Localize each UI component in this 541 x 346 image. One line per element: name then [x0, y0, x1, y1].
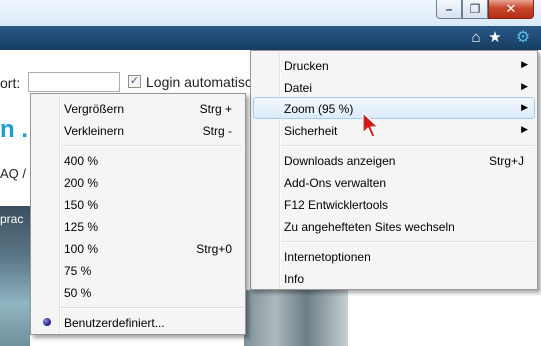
menu-item-label: 125 % — [64, 220, 99, 234]
zoom-custom-item[interactable]: Benutzerdefiniert... — [33, 311, 243, 333]
menu-item-downloads[interactable]: Downloads anzeigen Strg+J — [253, 149, 535, 171]
menu-item-sicherheit[interactable]: Sicherheit ▶ — [253, 119, 535, 141]
menu-item-label: Benutzerdefiniert... — [64, 316, 165, 330]
zoom-in-item[interactable]: Vergrößern Strg + — [33, 97, 243, 119]
zoom-125-item[interactable]: 125 % — [33, 215, 243, 237]
menu-item-label: 150 % — [64, 198, 99, 212]
menu-item-shortcut: Strg + — [199, 102, 232, 116]
zoom-400-item[interactable]: 400 % — [33, 149, 243, 171]
menu-item-drucken[interactable]: Drucken ▶ — [253, 54, 535, 76]
password-input[interactable] — [28, 72, 120, 92]
menu-item-label: Zu angehefteten Sites wechseln — [284, 220, 455, 234]
menu-item-shortcut: Strg+J — [488, 154, 524, 168]
menu-item-label: 50 % — [64, 286, 92, 300]
menu-item-label: 100 % — [64, 242, 99, 256]
tools-gear-icon[interactable]: ⚙ — [515, 30, 531, 46]
menu-item-shortcut: Strg - — [202, 124, 232, 138]
close-button[interactable]: ✕ — [488, 0, 534, 19]
submenu-arrow-icon: ▶ — [521, 124, 528, 134]
menu-item-internet-options[interactable]: Internetoptionen — [253, 245, 535, 267]
menu-separator — [281, 145, 535, 147]
menu-item-label: Datei — [284, 81, 313, 95]
close-icon: ✕ — [505, 1, 517, 16]
menu-separator — [61, 307, 243, 309]
zoom-submenu: Vergrößern Strg + Verkleinern Strg - 400… — [30, 93, 246, 335]
menu-item-pinned-sites[interactable]: Zu angehefteten Sites wechseln — [253, 215, 535, 237]
menu-item-zoom[interactable]: Zoom (95 %) ▶ — [253, 97, 535, 119]
minimize-icon: – — [445, 2, 453, 16]
maximize-icon: ❐ — [469, 2, 481, 16]
submenu-arrow-icon: ▶ — [521, 81, 528, 91]
menu-item-addons[interactable]: Add-Ons verwalten — [253, 171, 535, 193]
minimize-button[interactable]: – — [436, 0, 462, 19]
site-heading: n . — [0, 116, 28, 143]
menu-item-datei[interactable]: Datei ▶ — [253, 76, 535, 98]
menu-item-label: Sicherheit — [284, 124, 338, 138]
menu-item-label: Drucken — [284, 59, 329, 73]
menu-item-label: Internetoptionen — [284, 250, 371, 264]
page-photo — [244, 290, 348, 346]
zoom-200-item[interactable]: 200 % — [33, 171, 243, 193]
menu-item-label: Verkleinern — [64, 124, 125, 138]
menu-item-label: Zoom (95 %) — [284, 102, 354, 116]
home-icon[interactable]: ⌂ — [468, 30, 484, 46]
menu-item-label: Vergrößern — [64, 102, 125, 116]
hero-image — [0, 206, 30, 346]
menu-separator — [281, 241, 535, 243]
menu-item-label: Info — [284, 272, 305, 286]
hero-caption: prac — [0, 212, 24, 226]
zoom-150-item[interactable]: 150 % — [33, 193, 243, 215]
maximize-button[interactable]: ❐ — [462, 0, 488, 19]
selected-radio-icon — [43, 318, 51, 326]
menu-item-label: 400 % — [64, 154, 99, 168]
favorites-star-icon[interactable]: ★ — [487, 30, 503, 46]
menu-separator — [61, 145, 243, 147]
password-label: ort: — [0, 75, 21, 91]
menu-item-label: F12 Entwicklertools — [284, 198, 389, 212]
zoom-75-item[interactable]: 75 % — [33, 259, 243, 281]
mouse-pointer-icon — [362, 112, 379, 138]
zoom-out-item[interactable]: Verkleinern Strg - — [33, 119, 243, 141]
submenu-arrow-icon: ▶ — [521, 59, 528, 69]
menu-item-label: 75 % — [64, 264, 92, 278]
menu-item-shortcut: Strg+0 — [196, 242, 232, 256]
menu-item-info[interactable]: Info — [253, 267, 535, 289]
menu-item-label: Downloads anzeigen — [284, 154, 396, 168]
tools-menu: Drucken ▶ Datei ▶ Zoom (95 %) ▶ Sicherhe… — [250, 50, 538, 290]
window-titlebar: – ❐ ✕ — [0, 0, 541, 26]
menu-item-label: Add-Ons verwalten — [284, 176, 387, 190]
zoom-100-item[interactable]: 100 % Strg+0 — [33, 237, 243, 259]
menu-item-devtools[interactable]: F12 Entwicklertools — [253, 193, 535, 215]
menu-item-label: 200 % — [64, 176, 99, 190]
faq-link[interactable]: AQ / — [0, 166, 26, 181]
browser-toolbar: ⌂ ★ ⚙ — [0, 26, 541, 50]
login-checkbox[interactable]: ✓ — [128, 75, 141, 88]
login-checkbox-label: Login automatisc — [146, 74, 252, 90]
zoom-50-item[interactable]: 50 % — [33, 281, 243, 303]
submenu-arrow-icon: ▶ — [521, 102, 528, 112]
